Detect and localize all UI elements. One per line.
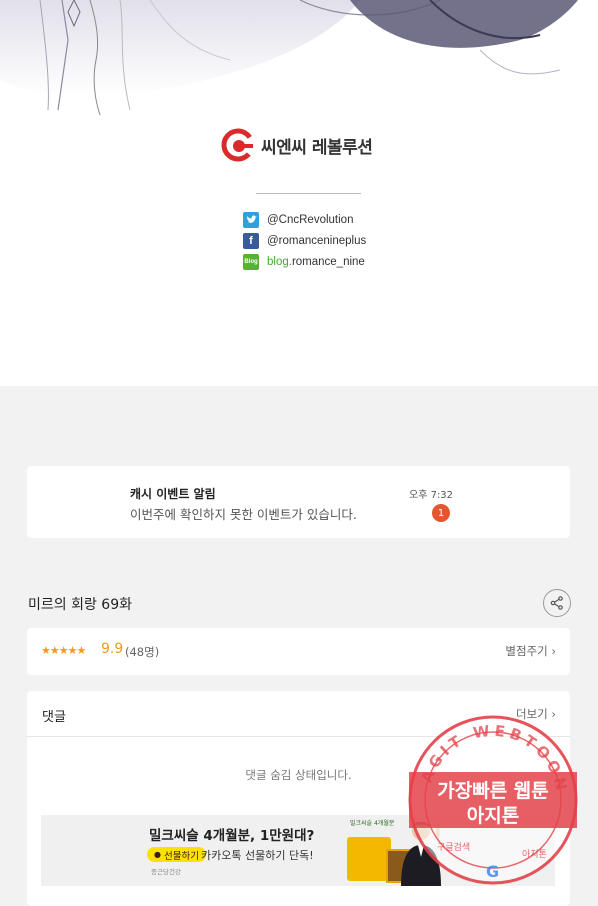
chevron-right-icon: ›	[551, 644, 556, 658]
svg-text:G: G	[486, 862, 499, 881]
facebook-icon: f	[243, 232, 259, 249]
rating-score: 9.9	[101, 641, 124, 657]
cnc-logo-icon	[221, 128, 255, 162]
blog-handle: romance_nine	[291, 255, 365, 268]
event-title: 캐시 이벤트 알림	[130, 487, 216, 501]
blog-prefix: blog.	[267, 255, 292, 268]
watermark-stamp: AGIT WEBTOON 구글검색 아지톤 G 가장빠른 웹툰 아지톤	[407, 714, 579, 886]
publisher-name: 씨엔씨 레볼루션	[261, 137, 373, 158]
ad-headline: 밀크씨슬 4개월분, 1만원대?	[149, 828, 315, 844]
chat-bubble-icon: ●	[154, 850, 161, 859]
facebook-link[interactable]: f @romancenineplus	[243, 230, 366, 251]
credits-divider	[256, 193, 361, 194]
rate-button-label: 별점주기	[505, 644, 548, 658]
twitter-handle: @CncRevolution	[267, 213, 354, 226]
watermark-line2: 아지톤	[466, 805, 520, 827]
comic-panel-artwork	[0, 0, 598, 120]
twitter-link[interactable]: @CncRevolution	[243, 209, 366, 230]
share-icon	[550, 596, 563, 610]
comments-title: 댓글	[42, 710, 66, 725]
svg-text:구글검색: 구글검색	[437, 841, 470, 853]
twitter-icon	[243, 211, 259, 228]
event-message: 이번주에 확인하지 못한 이벤트가 있습니다.	[130, 507, 357, 522]
event-time: 오후 7:32	[409, 490, 454, 501]
facebook-handle: @romancenineplus	[267, 234, 367, 247]
social-links: @CncRevolution f @romancenineplus Blog b…	[243, 209, 366, 272]
ad-product-label: 밀크씨슬 4개월분	[350, 820, 395, 827]
ad-brand: 종근당건강	[151, 868, 181, 876]
ad-product-bag-image	[347, 837, 391, 881]
blog-link[interactable]: Blog blog.romance_nine	[243, 251, 366, 272]
episode-artwork-footer: 씨엔씨 레볼루션 @CncRevolution f @romanceninepl…	[0, 0, 598, 386]
publisher-brand: 씨엔씨 레볼루션	[221, 128, 373, 162]
rating-voter-count: (48명)	[125, 645, 160, 659]
ad-gift-button-label: 선물하기	[163, 850, 199, 862]
svg-text:아지톤: 아지톤	[522, 849, 547, 860]
rating-stars: ★★★★★	[41, 644, 86, 657]
rating-card: ★★★★★ 9.9 (48명) 별점주기 ›	[27, 628, 570, 675]
episode-title: 미르의 회랑 69화	[28, 597, 132, 613]
watermark-line1: 가장빠른 웹툰	[437, 780, 549, 802]
ad-gift-button[interactable]: ● 선물하기	[147, 847, 206, 862]
ad-gift-description: 카카오톡 선물하기 단독!	[201, 849, 314, 862]
share-button[interactable]	[543, 589, 571, 617]
event-unread-badge: 1	[432, 504, 450, 522]
blog-icon: Blog	[243, 253, 259, 270]
rate-button[interactable]: 별점주기 ›	[505, 643, 556, 659]
event-notification-card[interactable]: 캐시 이벤트 알림 이번주에 확인하지 못한 이벤트가 있습니다. 오후 7:3…	[27, 466, 570, 538]
